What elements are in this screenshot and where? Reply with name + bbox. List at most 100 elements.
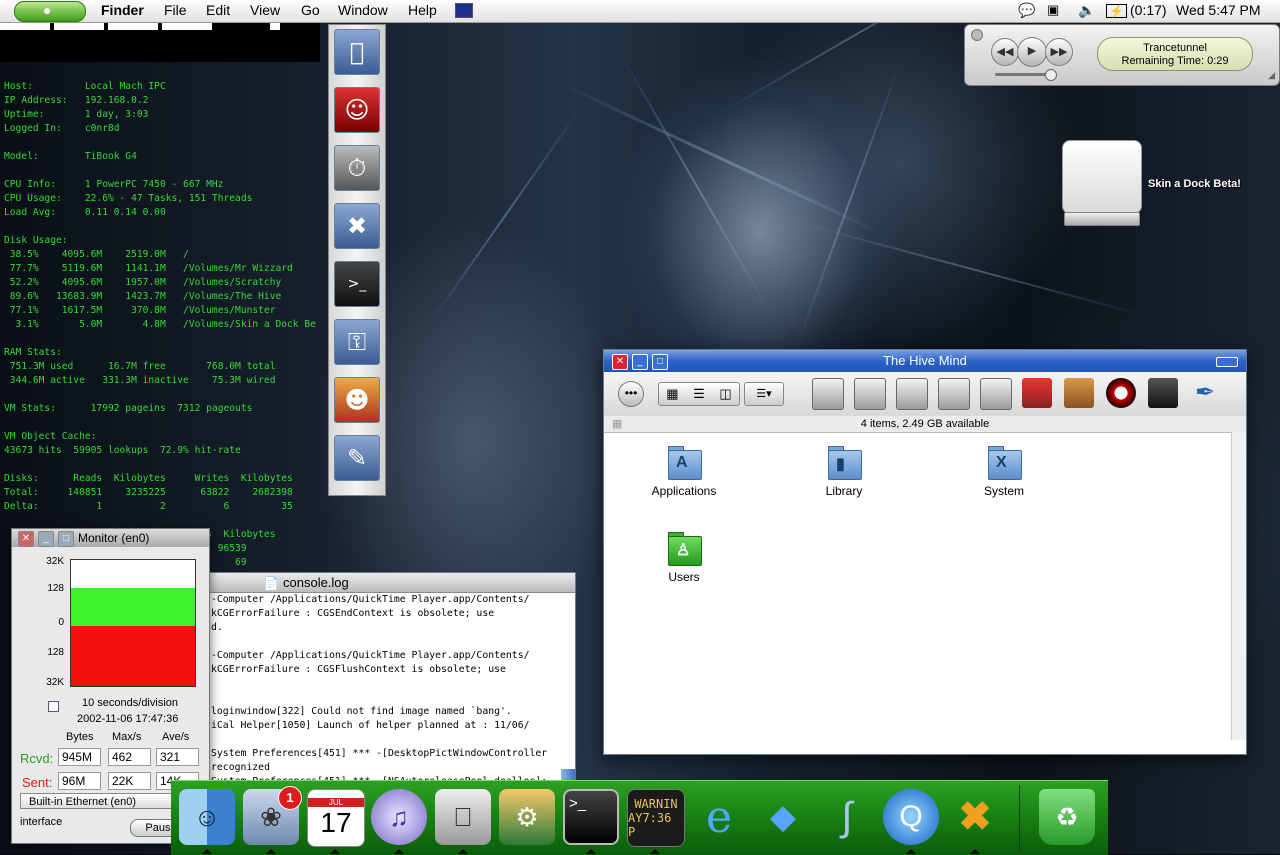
flag-icon[interactable] — [455, 3, 473, 18]
mac-os-button[interactable]:  — [334, 29, 380, 75]
console-log-text[interactable]: -Computer /Applications/QuickTime Player… — [211, 593, 557, 803]
volume-icon[interactable]: 🔈 — [1078, 2, 1095, 19]
menu-edit[interactable]: Edit — [206, 2, 230, 18]
menu-view[interactable]: View — [250, 2, 280, 18]
arrange-button[interactable]: ☰▾ — [744, 382, 784, 406]
keychain-button[interactable]: ⚿ — [334, 319, 380, 365]
status-bar: ▦ 4 items, 2.49 GB available — [604, 416, 1246, 433]
console-title-bar[interactable]: 📄 console.log — [197, 573, 575, 593]
folder-applications[interactable]: A Applications — [634, 446, 734, 498]
graph-checkbox[interactable] — [48, 701, 59, 712]
status-grid-icon: ▦ — [612, 418, 623, 430]
volume-knob[interactable] — [1045, 69, 1057, 81]
view-switcher[interactable]: ▦ ☰ ◫ — [658, 382, 740, 406]
mail-unread-badge: 1 — [278, 786, 302, 810]
warning-clock-icon[interactable]: WARNIN AY7:36 P — [627, 789, 685, 847]
finder-window: ✕ _ □ The Hive Mind ••• ▦ ☰ ◫ ☰▾ ✒ ▦ 4 ite… — [603, 349, 1247, 755]
display-icon[interactable]: ▣ — [1047, 2, 1059, 18]
running-indicator — [586, 849, 596, 854]
toolbar-drive-5[interactable] — [980, 378, 1012, 410]
paint-app-icon[interactable] — [1022, 378, 1052, 408]
pen-tool-icon[interactable]: ✒ — [1190, 378, 1220, 408]
menu-clock[interactable]: Wed 5:47 PM — [1176, 2, 1261, 18]
vertical-scrollbar[interactable] — [1231, 432, 1246, 740]
running-indicator — [202, 849, 212, 854]
folder-users[interactable]: ♙ Users — [634, 532, 734, 584]
play-button[interactable]: ▶ — [1017, 37, 1047, 67]
mario-button[interactable]: ☻ — [334, 377, 380, 423]
zoom-button[interactable]: □ — [652, 354, 668, 370]
traffic-graph — [70, 559, 196, 687]
library-folder-icon: ▮ — [826, 446, 862, 480]
menu-go[interactable]: Go — [301, 2, 320, 18]
volume-slider[interactable] — [995, 69, 1057, 81]
close-button[interactable]: ✕ — [612, 354, 628, 370]
black-box-icon[interactable] — [1148, 378, 1178, 408]
sent-max: 22K — [108, 772, 151, 790]
apple-menu[interactable]: ● — [14, 1, 86, 22]
x-tools-button[interactable]: ✖ — [334, 203, 380, 249]
toolbar-drive-3[interactable] — [896, 378, 928, 410]
finder-icon[interactable]: ☺ — [179, 789, 235, 845]
ichat-icon[interactable]: 💬 — [1018, 2, 1035, 19]
skin-a-dock-drive-icon[interactable] — [1060, 140, 1142, 228]
applications-folder-icon: A — [666, 446, 702, 480]
toolbar-drive-2[interactable] — [854, 378, 886, 410]
toolbar-toggle-button[interactable] — [1216, 357, 1238, 367]
drive-label[interactable]: Skin a Dock Beta! — [1148, 178, 1241, 190]
sent-label: Sent: — [22, 775, 53, 790]
toolbar-drive-1[interactable] — [812, 378, 844, 410]
jar-app-icon[interactable] — [1064, 378, 1094, 408]
stopwatch-icon: ⏱ — [347, 154, 367, 182]
sherlock-icon[interactable]: ∫ — [819, 789, 875, 845]
terminal-icon[interactable]: >_ — [563, 789, 619, 845]
finder-toolbar: ••• ▦ ☰ ◫ ☰▾ ✒ — [604, 372, 1246, 417]
x-app-icon[interactable]: ✖ — [947, 789, 1003, 845]
previous-button[interactable]: ◀◀ — [991, 38, 1019, 66]
minimize-button[interactable]: _ — [632, 354, 648, 370]
scream-app-icon[interactable] — [1106, 378, 1136, 408]
list-view-icon[interactable]: ☰ — [693, 386, 705, 402]
terminal-button[interactable]: >_ — [334, 261, 380, 307]
resize-handle[interactable]: ◢ — [1268, 70, 1275, 81]
menu-finder[interactable]: Finder — [101, 2, 144, 18]
system-prefs-icon[interactable]:  — [435, 789, 491, 845]
netmon-zoom-button[interactable]: □ — [58, 531, 74, 547]
action-button[interactable]: ••• — [618, 381, 644, 407]
ie-icon[interactable]: e — [691, 789, 747, 845]
stopwatch-button[interactable]: ⏱ — [334, 145, 380, 191]
netmon-close-button[interactable]: ✕ — [18, 531, 34, 547]
folder-library[interactable]: ▮ Library — [794, 446, 894, 498]
comic-icon[interactable]: ⚙ — [499, 789, 555, 845]
itunes-icon[interactable]: ♫ — [371, 789, 427, 845]
apple-logo-icon:  — [350, 38, 364, 66]
folder-system[interactable]: X System — [954, 446, 1054, 498]
itunes-close-button[interactable] — [971, 29, 983, 41]
rcvd-bytes: 945M — [58, 748, 101, 766]
fast-forward-icon: ▶▶ — [1050, 46, 1068, 58]
itunes-mini-player: ◀◀ ▶ ▶▶ Trancetunnel Remaining Time: 0:2… — [964, 24, 1280, 86]
menu-help[interactable]: Help — [408, 2, 437, 18]
ical-day: 17 — [320, 806, 352, 838]
battery-time[interactable]: (0:17) — [1130, 2, 1167, 18]
icon-view-icon[interactable]: ▦ — [666, 386, 678, 402]
trash-icon[interactable]: ♻ — [1039, 789, 1095, 845]
quicktime-icon[interactable]: Q — [883, 789, 939, 845]
column-view-icon[interactable]: ◫ — [719, 386, 731, 402]
netmon-title-bar[interactable]: ✕ _ □ Monitor (en0) — [12, 529, 209, 547]
next-button[interactable]: ▶▶ — [1045, 38, 1073, 66]
menu-file[interactable]: File — [164, 2, 187, 18]
netmon-minimize-button[interactable]: _ — [38, 531, 54, 547]
battery-icon[interactable]: ⚡ — [1106, 4, 1127, 18]
menu-window[interactable]: Window — [338, 2, 388, 18]
finder-title-bar[interactable]: ✕ _ □ The Hive Mind — [604, 350, 1246, 372]
muppet-app-button[interactable]: ☺ — [334, 87, 380, 133]
play-icon: ▶ — [1027, 45, 1037, 57]
folder-label: Applications — [651, 484, 717, 498]
network-icon[interactable]: ◆ — [755, 789, 811, 845]
edit-apple-button[interactable]: ✎ — [334, 435, 380, 481]
rewind-icon: ◀◀ — [996, 46, 1014, 58]
rcvd-label: Rcvd: — [20, 751, 54, 766]
toolbar-drive-4[interactable] — [938, 378, 970, 410]
ical-icon[interactable]: JUL 17 — [307, 789, 365, 847]
